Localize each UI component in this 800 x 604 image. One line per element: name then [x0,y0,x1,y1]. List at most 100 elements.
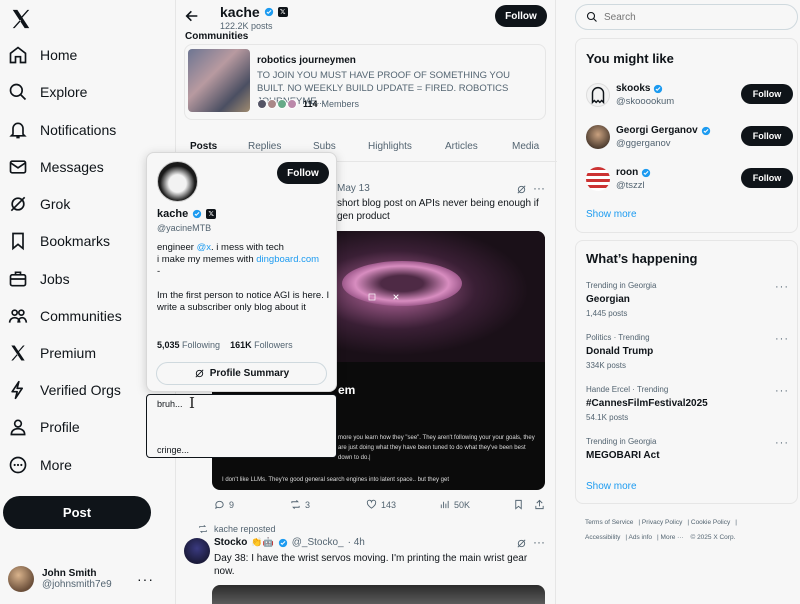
user-handle: @skooookum [616,96,675,107]
grok-icon [195,369,204,378]
verified-badge-icon [654,84,663,93]
user-name-text: roon [616,167,639,178]
profile-summary-button[interactable]: Profile Summary [156,362,327,385]
show-more-link[interactable]: Show more [586,481,637,492]
more-dots-icon[interactable]: ··· [775,281,789,293]
nav-premium[interactable]: Premium [8,338,168,368]
trend-count: 334K posts [586,361,627,370]
suggested-user[interactable]: roon @tszzl Follow [586,165,793,193]
follow-button[interactable]: Follow [741,168,793,188]
bio-text: . i mess with tech [211,242,284,253]
account-switcher[interactable]: John Smith @johnsmith7e9 ··· [8,561,168,597]
profile-name-text: kache [220,4,260,20]
ads-info-link[interactable]: Ads info [629,534,653,541]
communities-heading: Communities [185,31,249,42]
author-handle: @_Stocko_ [291,537,344,548]
bio-link-x[interactable]: @x [197,242,211,253]
bookmark-icon[interactable] [513,499,524,510]
repost-button[interactable]: 3 [290,499,310,510]
briefcase-icon [9,271,27,287]
suggested-user[interactable]: Georgi Gerganov @ggerganov Follow [586,123,793,151]
hovercard-name-text[interactable]: kache [157,208,188,220]
follow-button[interactable]: Follow [741,126,793,146]
search-box[interactable] [575,4,798,30]
terms-link[interactable]: Terms of Service [585,519,633,526]
search-icon [9,83,27,101]
copyright: © 2025 X Corp. [690,534,736,541]
x-affiliate-badge-icon: 𝕏 [206,209,217,219]
tab-articles[interactable]: Articles [445,141,478,152]
community-card[interactable]: robotics journeymen TO JOIN YOU MUST HAV… [184,44,546,120]
nav-verified-orgs[interactable]: Verified Orgs [8,375,168,405]
follow-button[interactable]: Follow [495,5,547,27]
grok-icon[interactable] [516,538,527,549]
trend-title: Donald Trump [586,346,654,357]
nav-jobs[interactable]: Jobs [8,264,168,294]
trend-item[interactable]: Politics · Trending Donald Trump 334K po… [586,333,791,373]
accessibility-link[interactable]: Accessibility [585,534,620,541]
avatar [586,125,610,149]
nav-home[interactable]: Home [8,40,168,70]
nav-notifications[interactable]: Notifications [8,115,168,145]
nav-bookmarks[interactable]: Bookmarks [8,226,168,256]
nav-explore[interactable]: Explore [8,77,168,107]
tab-media[interactable]: Media [512,141,539,152]
followers-link[interactable]: 161K Followers [230,340,293,350]
tab-highlights[interactable]: Highlights [368,141,412,152]
trend-context: Trending in Georgia [586,281,657,290]
tweet-media[interactable] [212,585,545,604]
tab-subs[interactable]: Subs [313,141,336,152]
nav-grok[interactable]: Grok [8,189,168,219]
footer-links: Terms of Service | Privacy Policy | Cookie… [585,519,737,541]
tweet-actions: 9 3 143 50K [212,499,546,513]
tab-replies[interactable]: Replies [248,141,281,152]
account-name: John Smith [42,568,97,579]
author-name[interactable]: Stocko [214,537,247,548]
show-more-link[interactable]: Show more [586,209,637,220]
following-link[interactable]: 5,035 Following [157,340,220,350]
view-count: 50K [454,499,471,510]
like-button[interactable]: 143 [366,499,396,510]
cookie-link[interactable]: Cookie Policy [691,519,730,526]
tab-posts[interactable]: Posts [190,141,217,152]
more-dots-icon[interactable]: ··· [775,385,789,397]
more-dots-icon[interactable]: ··· [533,535,545,549]
edit-icon[interactable] [368,293,376,301]
trend-count: 1,445 posts [586,309,628,318]
back-arrow-icon[interactable] [184,8,200,24]
bio-text: i make my memes with [157,254,257,265]
nav-communities[interactable]: Communities [8,301,168,331]
nav-messages[interactable]: Messages [8,152,168,182]
close-icon[interactable] [392,293,400,301]
trend-item[interactable]: Trending in Georgia MEGOBARI Act ··· [586,437,791,477]
reply-icon [215,500,224,510]
avatar[interactable] [157,161,198,202]
suggested-user[interactable]: skooks @skooookum Follow [586,81,793,109]
trend-item[interactable]: Trending in Georgia Georgian 1,445 posts… [586,281,791,321]
bio-link-dingboard[interactable]: dingboard.com [256,254,319,265]
post-button[interactable]: Post [3,496,151,529]
follow-button[interactable]: Follow [277,162,329,184]
x-logo-icon[interactable] [10,8,32,30]
trend-item[interactable]: Hande Ercel · Trending #CannesFilmFestiv… [586,385,791,425]
bio-text: - [157,266,161,277]
views-button[interactable]: 50K [439,499,470,510]
nav-more[interactable]: More [8,450,168,480]
nav-bookmarks-label: Bookmarks [40,233,111,249]
follow-button[interactable]: Follow [741,84,793,104]
repost-icon [199,524,207,534]
overlay-line-1: bruh... [157,399,183,409]
avatar[interactable] [184,538,210,564]
who-to-follow-panel: You might like skooks @skooookum Follow … [575,38,798,233]
more-dots-icon[interactable]: ··· [775,437,789,449]
reply-button[interactable]: 9 [214,499,234,510]
grok-icon[interactable] [516,184,527,195]
text-overlay-box[interactable]: bruh... cringe... [146,394,337,458]
more-dots-icon[interactable]: ··· [533,181,545,195]
share-icon[interactable] [534,499,545,510]
privacy-link[interactable]: Privacy Policy [642,519,682,526]
footer-more-link[interactable]: More ··· [661,534,684,541]
more-dots-icon[interactable]: ··· [775,333,789,345]
nav-profile[interactable]: Profile [8,412,168,442]
search-input[interactable] [604,11,774,23]
